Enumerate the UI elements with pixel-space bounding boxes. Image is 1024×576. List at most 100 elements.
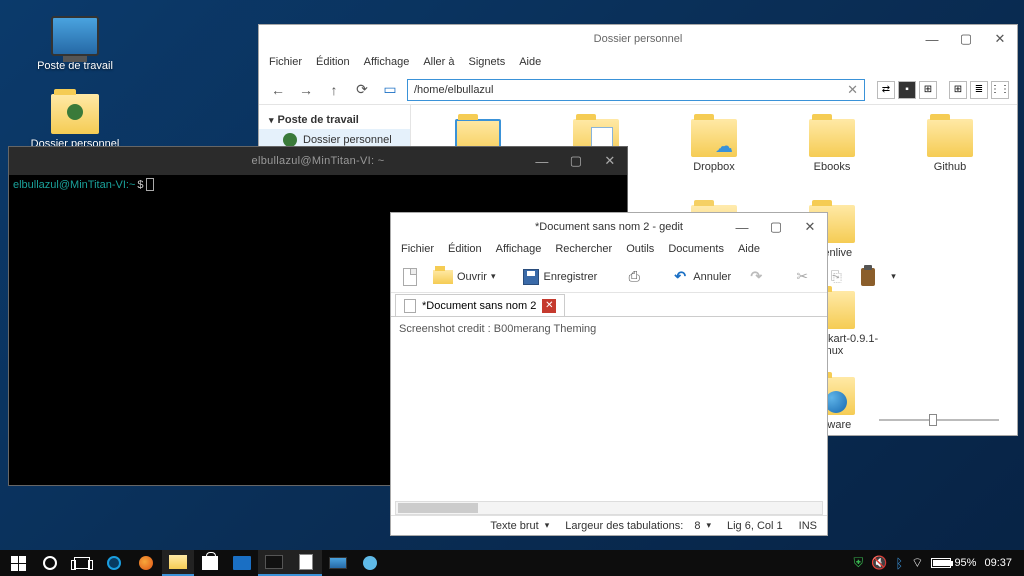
folder-label: Dropbox — [693, 161, 735, 173]
gedit-window: *Document sans nom 2 - gedit — ▢ ✕ Fichi… — [390, 212, 828, 536]
menu-item[interactable]: Affichage — [364, 56, 410, 72]
folder-icon — [927, 119, 973, 157]
menu-item[interactable]: Aide — [738, 243, 760, 259]
view-mode-group: ⊞ ≣ ⋮⋮ — [949, 81, 1009, 99]
prompt-dollar: $ — [137, 179, 143, 191]
menu-item[interactable]: Aide — [519, 56, 541, 72]
new-button[interactable] — [399, 265, 421, 289]
maximize-button[interactable]: ▢ — [559, 147, 593, 175]
close-button[interactable]: ✕ — [793, 213, 827, 241]
security-icon[interactable]: ⛨ — [853, 555, 863, 571]
tab-close-button[interactable]: ✕ — [542, 299, 556, 313]
list-view-button[interactable]: ≣ — [970, 81, 988, 99]
button-label: Annuler — [693, 271, 731, 283]
menu-item[interactable]: Aller à — [423, 56, 454, 72]
monitor-icon — [51, 16, 99, 56]
chevron-down-icon: ▾ — [491, 271, 496, 282]
minimize-button[interactable]: — — [725, 213, 759, 241]
button-label: Ouvrir — [457, 271, 487, 283]
close-button[interactable]: ✕ — [983, 25, 1017, 53]
open-button[interactable]: Ouvrir ▾ — [429, 265, 499, 289]
taskview-icon — [74, 557, 90, 569]
editor-content: Screenshot credit : B00merang Theming — [399, 323, 596, 335]
taskbar-app-gedit[interactable] — [290, 550, 322, 576]
copy-button[interactable]: ⎘ — [823, 265, 849, 289]
task-view-button[interactable] — [66, 550, 98, 576]
folder-label: Ebooks — [814, 161, 851, 173]
desktop-icon-home[interactable]: Dossier personnel — [30, 94, 120, 150]
explorer-icon — [169, 555, 187, 569]
clock[interactable]: 09:37 — [984, 557, 1012, 569]
cortana-button[interactable] — [34, 550, 66, 576]
bluetooth-icon[interactable]: ᛒ — [895, 556, 903, 571]
titlebar[interactable]: *Document sans nom 2 - gedit — ▢ ✕ — [391, 213, 827, 241]
titlebar[interactable]: Dossier personnel — ▢ ✕ — [259, 25, 1017, 53]
audio-icon[interactable]: 🔇 — [871, 555, 887, 571]
save-button[interactable]: Enregistrer — [519, 265, 601, 289]
taskbar-app-firefox[interactable] — [130, 550, 162, 576]
titlebar[interactable]: elbullazul@MinTitan-VI: ~ — ▢ ✕ — [9, 147, 627, 175]
taskbar-app-store[interactable] — [194, 550, 226, 576]
battery-icon — [931, 558, 951, 568]
start-button[interactable] — [2, 550, 34, 576]
taskbar-app-explorer[interactable] — [162, 550, 194, 576]
menu-item[interactable]: Fichier — [401, 243, 434, 259]
zoom-slider[interactable] — [879, 413, 999, 427]
forward-button[interactable]: → — [295, 79, 317, 101]
horizontal-scrollbar[interactable] — [395, 501, 823, 515]
icons-view-button[interactable]: ⊞ — [949, 81, 967, 99]
maximize-button[interactable]: ▢ — [949, 25, 983, 53]
taskbar-app-chromium[interactable] — [354, 550, 386, 576]
wifi-icon[interactable]: ⌔ — [911, 555, 923, 571]
cut-button[interactable]: ✂ — [789, 265, 815, 289]
tab[interactable]: *Document sans nom 2 ✕ — [395, 294, 565, 316]
folder-item[interactable]: Github — [893, 119, 1007, 201]
menu-item[interactable]: Édition — [448, 243, 482, 259]
menu-item[interactable]: Documents — [668, 243, 724, 259]
back-button[interactable]: ← — [267, 79, 289, 101]
window-title: *Document sans nom 2 - gedit — [535, 221, 683, 233]
view-toggle[interactable]: ⊞ — [919, 81, 937, 99]
tab-width-selector[interactable]: Largeur des tabulations: 8 — [565, 520, 711, 532]
minimize-button[interactable]: — — [915, 25, 949, 53]
computer-icon[interactable]: ▭ — [379, 79, 401, 101]
redo-button[interactable]: ↷ — [743, 265, 769, 289]
prompt-path: ~ — [129, 179, 135, 191]
menu-item[interactable]: Signets — [469, 56, 506, 72]
taskbar-app-monitor[interactable] — [322, 550, 354, 576]
sidebar-header[interactable]: Poste de travail — [259, 111, 410, 129]
paste-button[interactable] — [857, 265, 879, 289]
gedit-icon — [299, 554, 313, 570]
menu-item[interactable]: Outils — [626, 243, 654, 259]
reload-button[interactable]: ⟳ — [351, 79, 373, 101]
redo-icon: ↷ — [747, 268, 765, 286]
print-button[interactable]: ⎙ — [621, 265, 647, 289]
folder-item[interactable]: Dropbox — [657, 119, 771, 201]
menu-item[interactable]: Affichage — [496, 243, 542, 259]
overflow-button[interactable]: ▾ — [887, 265, 900, 289]
menu-item[interactable]: Édition — [316, 56, 350, 72]
taskbar-app-edge[interactable] — [98, 550, 130, 576]
syntax-selector[interactable]: Texte brut — [490, 520, 549, 532]
taskbar-app[interactable] — [226, 550, 258, 576]
desktop-icon-computer[interactable]: Poste de travail — [30, 16, 120, 72]
view-toggle-group: ⇄ ▪ ⊞ — [877, 81, 937, 99]
battery-indicator[interactable]: 95% — [931, 557, 976, 569]
minimize-button[interactable]: — — [525, 147, 559, 175]
editor-area[interactable]: Screenshot credit : B00merang Theming — [395, 319, 823, 499]
folder-item[interactable]: Ebooks — [775, 119, 889, 201]
statusbar: Texte brut Largeur des tabulations: 8 Li… — [391, 515, 827, 535]
undo-button[interactable]: ↶ Annuler — [667, 265, 735, 289]
view-toggle[interactable]: ▪ — [898, 81, 916, 99]
chromium-icon — [363, 556, 377, 570]
view-toggle[interactable]: ⇄ — [877, 81, 895, 99]
clear-path-button[interactable]: ✕ — [847, 82, 858, 98]
menu-item[interactable]: Rechercher — [555, 243, 612, 259]
up-button[interactable]: ↑ — [323, 79, 345, 101]
menu-item[interactable]: Fichier — [269, 56, 302, 72]
compact-view-button[interactable]: ⋮⋮ — [991, 81, 1009, 99]
maximize-button[interactable]: ▢ — [759, 213, 793, 241]
path-input[interactable]: /home/elbullazul ✕ — [407, 79, 865, 101]
taskbar-app-terminal[interactable] — [258, 550, 290, 576]
close-button[interactable]: ✕ — [593, 147, 627, 175]
